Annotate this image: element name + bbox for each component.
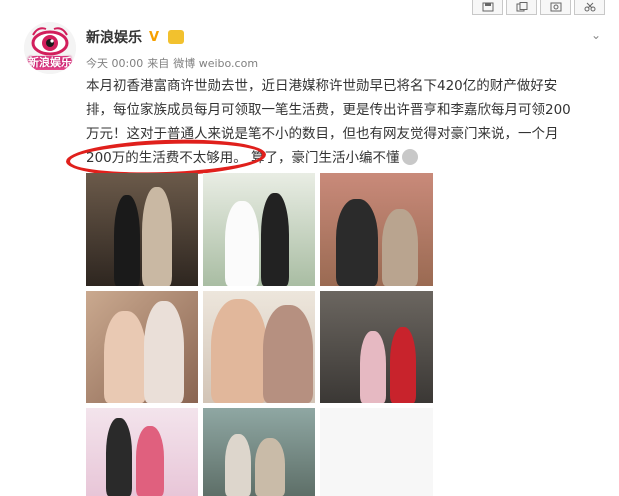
photo-thumbnail[interactable]: [86, 291, 198, 403]
photo-thumbnail[interactable]: [320, 408, 433, 496]
post-meta: 今天 00:00 来自 微博 weibo.com: [86, 55, 262, 71]
photo-thumbnail[interactable]: [203, 408, 315, 496]
photo-thumbnail[interactable]: [86, 173, 198, 286]
gift-badge-icon[interactable]: [168, 30, 184, 44]
post-line: 本月初香港富商许世勋去世，近日港媒称许世勋早已将名下420亿的财产做好安: [86, 78, 558, 94]
photo-thumbnail[interactable]: [203, 291, 315, 403]
copy-icon[interactable]: [506, 0, 537, 15]
save-icon[interactable]: [472, 0, 503, 15]
verified-icon: V: [149, 30, 160, 45]
cut-icon[interactable]: [574, 0, 605, 15]
account-name[interactable]: 新浪娱乐: [86, 27, 142, 47]
post-source[interactable]: 微博 weibo.com: [173, 57, 258, 70]
photo-thumbnail[interactable]: [86, 408, 198, 496]
from-label: 来自: [147, 57, 170, 70]
post-line: 排，每位家族成员每月可领取一笔生活费，更是传出许晋亨和李嘉欣每月可领200: [86, 102, 571, 118]
chevron-down-icon[interactable]: ⌄: [591, 28, 601, 42]
photo-thumbnail[interactable]: [320, 173, 433, 286]
post-time[interactable]: 今天 00:00: [86, 57, 143, 70]
image-search-icon[interactable]: [540, 0, 571, 15]
photo-thumbnail[interactable]: [203, 173, 315, 286]
face-emoticon-icon: [401, 149, 418, 165]
avatar[interactable]: 新浪娱乐: [24, 22, 76, 74]
image-toolbar: [469, 0, 605, 15]
avatar-label: 新浪娱乐: [28, 56, 72, 69]
photo-thumbnail[interactable]: [320, 291, 433, 403]
